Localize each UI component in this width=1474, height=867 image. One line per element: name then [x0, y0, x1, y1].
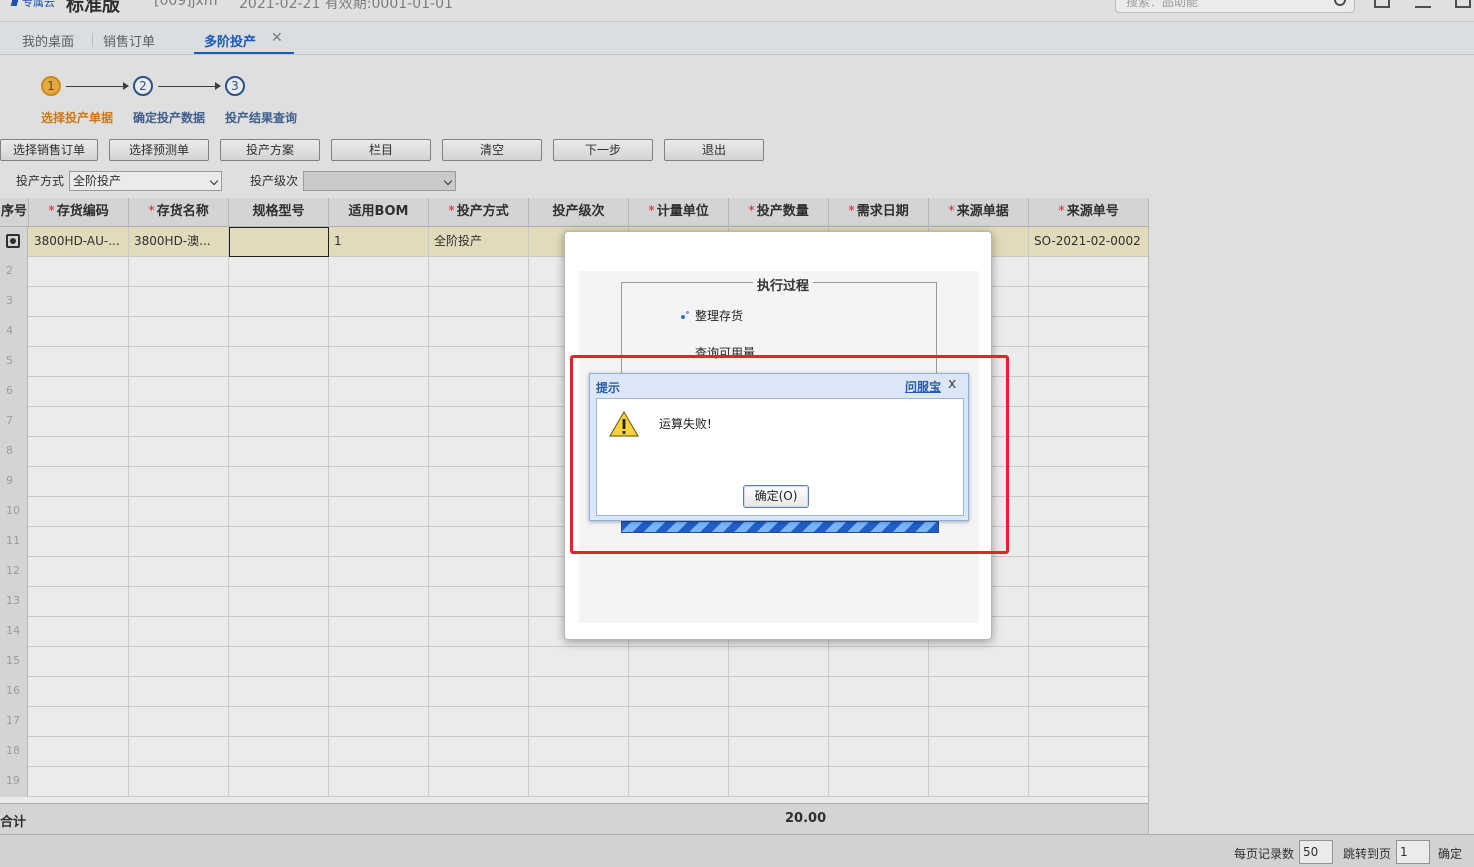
process-legend: 执行过程: [753, 275, 814, 294]
loading-spinner-icon: [681, 310, 691, 320]
highlight-annotation-box: [570, 355, 1009, 554]
task-organize-inventory: 整理存货: [695, 309, 744, 323]
